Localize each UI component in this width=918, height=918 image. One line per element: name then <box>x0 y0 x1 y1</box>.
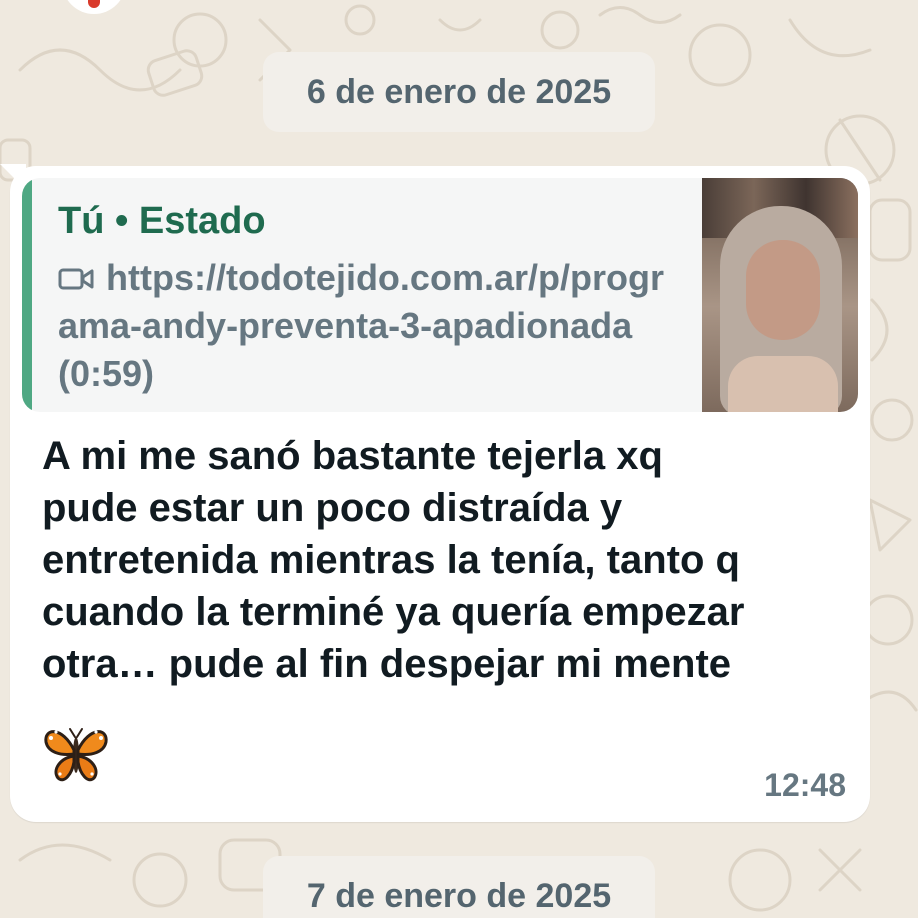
video-camera-icon <box>58 268 94 290</box>
quote-body: Tú • Estado https://todotejido.com.ar/p/… <box>32 178 702 412</box>
date-separator: 7 de enero de 2025 <box>263 856 655 918</box>
status-video-thumbnail <box>702 178 858 412</box>
quote-text: https://todotejido.com.ar/p/programa-and… <box>58 257 664 394</box>
message-text: A mi me sanó bastante tejerla xq pude es… <box>42 434 745 686</box>
butterfly-emoji <box>44 728 108 782</box>
quote-text-line: https://todotejido.com.ar/p/programa-and… <box>58 254 668 398</box>
message-timestamp: 12:48 <box>764 767 846 803</box>
quote-author: Tú • Estado <box>58 200 266 242</box>
message-bubble[interactable]: Tú • Estado https://todotejido.com.ar/p/… <box>10 166 870 822</box>
quoted-status-reply[interactable]: Tú • Estado https://todotejido.com.ar/p/… <box>22 178 858 412</box>
date-separator: 6 de enero de 2025 <box>263 52 655 132</box>
quote-accent-bar <box>22 178 32 412</box>
